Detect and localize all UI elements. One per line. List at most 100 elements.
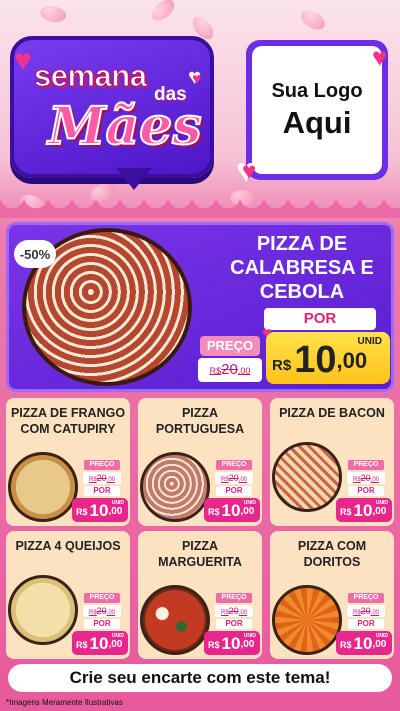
- product-title-line: PORTUGUESA: [155, 421, 245, 436]
- price-tag: UNID R$ 10,00: [336, 498, 392, 522]
- product-title-line: PIZZA: [181, 539, 219, 553]
- old-value: 20: [221, 361, 238, 378]
- price-tag: UNID R$ 10,00: [204, 498, 260, 522]
- scallop-divider: [0, 196, 400, 218]
- heart-icon: ♥: [192, 71, 202, 88]
- product-card[interactable]: PIZZA MARGUERITA PREÇO R$20,00 POR UNID R$ 10,0…: [138, 531, 262, 659]
- price-cents: ,00: [336, 348, 368, 373]
- unid-label: UNID: [375, 500, 388, 506]
- old-price: R$20,00: [215, 472, 253, 484]
- unid-label: UNID: [111, 633, 124, 639]
- old-cents: ,00: [237, 366, 251, 376]
- old-price: R$20,00: [215, 605, 253, 617]
- badge-tail: [116, 168, 152, 190]
- price-cents: ,00: [108, 639, 123, 650]
- por-label: POR: [348, 619, 384, 629]
- old-cents: ,00: [238, 477, 248, 483]
- preco-label: PREÇO: [216, 460, 252, 470]
- unid-label: UNID: [111, 500, 124, 506]
- product-title-line: PIZZA COM: [297, 539, 367, 553]
- badge-title-line3: Mães: [47, 95, 203, 158]
- featured-old-price: R$20,00: [198, 358, 262, 382]
- preco-label: PREÇO: [348, 460, 384, 470]
- price-cents: ,00: [240, 639, 255, 650]
- old-currency: R$: [352, 610, 361, 616]
- logo-text-line1: Sua Logo: [271, 79, 363, 102]
- featured-title-line: CALABRESA E: [230, 257, 374, 279]
- price-currency: R$: [208, 507, 220, 517]
- price-value: 10: [221, 501, 241, 520]
- product-card[interactable]: PIZZA 4 QUEIJOS PREÇO R$20,00 POR UNID R$ 10,0…: [6, 531, 130, 659]
- price-tag: UNID R$ 10,00: [336, 631, 392, 655]
- por-label: POR: [348, 486, 384, 496]
- price-value: 10: [89, 634, 109, 653]
- old-price: R$20,00: [347, 472, 385, 484]
- product-title: PIZZA PORTUGUESA: [138, 406, 262, 437]
- old-price: R$20,00: [83, 472, 121, 484]
- featured-title-line: CEBOLA: [259, 281, 345, 303]
- price-cents: ,00: [240, 506, 255, 517]
- product-card[interactable]: PIZZA PORTUGUESA PREÇO R$20,00 POR UNID R$ 10,0…: [138, 398, 262, 526]
- old-currency: R$: [209, 366, 222, 376]
- price-cents: ,00: [108, 506, 123, 517]
- product-card[interactable]: PIZZA COM DORITOS PREÇO R$20,00 POR UNID R$ 10,…: [270, 531, 394, 659]
- heart-icon: ♥: [14, 44, 32, 77]
- unid-label: UNID: [243, 633, 256, 639]
- product-pizza-image: [8, 452, 78, 522]
- price-currency: R$: [208, 640, 220, 650]
- featured-price-tag: UNID R$ 10 ,00: [266, 332, 390, 384]
- price-tag: UNID R$ 10,00: [204, 631, 260, 655]
- product-title: PIZZA 4 QUEIJOS: [6, 539, 130, 555]
- old-value: 20: [228, 473, 239, 483]
- product-card[interactable]: PIZZA DE FRANGO COM CATUPIRY PREÇO R$20,00 P…: [6, 398, 130, 526]
- product-pizza-image: [140, 585, 210, 655]
- heart-icon: ♥: [372, 42, 388, 72]
- por-label: POR: [216, 486, 252, 496]
- price-currency: R$: [340, 507, 352, 517]
- product-title-line: COM CATUPIRY: [20, 421, 116, 436]
- logo-text-line2: Aqui: [282, 104, 352, 140]
- product-title-line: DORITOS: [303, 554, 361, 569]
- old-cents: ,00: [370, 477, 380, 483]
- price-currency: R$: [340, 640, 352, 650]
- discount-badge: -50%: [14, 240, 56, 268]
- old-value: 20: [360, 473, 371, 483]
- old-currency: R$: [352, 477, 361, 483]
- price-value: 10: [353, 501, 373, 520]
- product-title: PIZZA DE FRANGO COM CATUPIRY: [6, 406, 130, 437]
- old-price: R$20,00: [83, 605, 121, 617]
- featured-title: PIZZA DE CALABRESA E CEBOLA: [222, 232, 382, 304]
- old-currency: R$: [220, 477, 229, 483]
- preco-label: PREÇO: [84, 593, 120, 603]
- price-cents: ,00: [372, 506, 387, 517]
- disclaimer-text: *Imagens Meramente Ilustrativas: [6, 698, 123, 707]
- price-currency: R$: [272, 357, 292, 374]
- price-value: 10: [353, 634, 373, 653]
- unid-label: UNID: [375, 633, 388, 639]
- petal-decoration: [297, 5, 329, 35]
- unid-label: UNID: [243, 500, 256, 506]
- old-value: 20: [360, 606, 371, 616]
- product-title: PIZZA COM DORITOS: [270, 539, 394, 570]
- price-value: 10: [221, 634, 241, 653]
- price-currency: R$: [76, 640, 88, 650]
- petal-decoration: [38, 2, 68, 26]
- preco-label: PREÇO: [216, 593, 252, 603]
- price-tag: UNID R$ 10,00: [72, 631, 128, 655]
- old-price: R$20,00: [347, 605, 385, 617]
- old-currency: R$: [220, 610, 229, 616]
- cta-banner[interactable]: Crie seu encarte com este tema!: [8, 664, 392, 692]
- product-title-line: PIZZA DE FRANGO: [10, 406, 126, 420]
- price-cents: ,00: [372, 639, 387, 650]
- product-title-line: MARGUERITA: [158, 554, 242, 569]
- old-currency: R$: [88, 610, 97, 616]
- product-pizza-image: [272, 442, 342, 512]
- petal-decoration: [147, 0, 179, 24]
- product-title-line: PIZZA DE BACON: [279, 406, 385, 420]
- old-value: 20: [228, 606, 239, 616]
- por-label: POR: [84, 619, 120, 629]
- product-title: PIZZA MARGUERITA: [138, 539, 262, 570]
- product-pizza-image: [272, 585, 342, 655]
- product-card[interactable]: PIZZA DE BACON PREÇO R$20,00 POR UNID R$ 10,00: [270, 398, 394, 526]
- featured-title-line: PIZZA DE: [256, 233, 348, 255]
